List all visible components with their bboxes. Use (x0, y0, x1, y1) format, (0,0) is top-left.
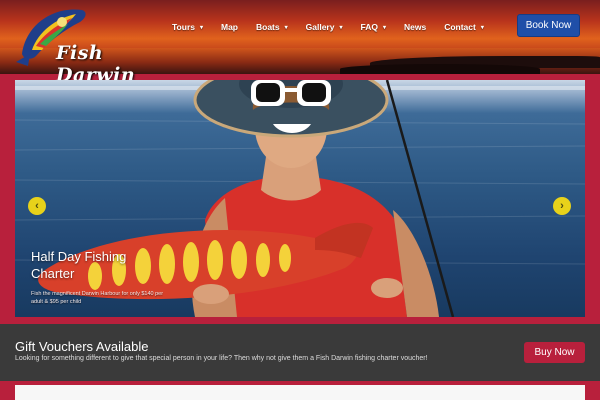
slide-caption-text: Fish the magnificent Darwin Harbour for … (31, 291, 164, 305)
chevron-down-icon: ▾ (199, 24, 203, 31)
chevron-down-icon: ▾ (339, 24, 343, 31)
nav-item-label: Gallery (305, 22, 335, 32)
chevron-down-icon: ▾ (382, 24, 386, 31)
book-now-button[interactable]: Book Now (517, 14, 580, 37)
nav-item-gallery[interactable]: Gallery ▾ (306, 22, 343, 32)
shoreline-foreground (340, 64, 540, 74)
chevron-down-icon: ▾ (284, 24, 288, 31)
nav-item-news[interactable]: News (404, 22, 426, 32)
content-area-start (15, 385, 585, 400)
nav-item-contact[interactable]: Contact ▾ (444, 22, 484, 32)
nav-item-boats[interactable]: Boats ▾ (256, 22, 288, 32)
gift-voucher-title: Gift Vouchers Available (15, 339, 149, 354)
nav-item-faq[interactable]: FAQ ▾ (360, 22, 386, 32)
slide-caption-title: Half Day Fishing Charter (31, 249, 127, 281)
nav-item-tours[interactable]: Tours ▾ (172, 22, 203, 32)
main-nav: Tours ▾ Map Boats ▾ Gallery ▾ FAQ ▾ News… (172, 22, 502, 32)
slide-caption: Half Day Fishing Charter Fish the magnif… (31, 248, 171, 306)
nav-item-label: Boats (256, 22, 280, 32)
nav-item-label: Contact (444, 22, 476, 32)
chevron-down-icon: ▾ (480, 24, 484, 31)
nav-item-label: FAQ (360, 22, 378, 32)
nav-item-label: News (403, 22, 427, 32)
nav-item-label: Tours (172, 22, 195, 32)
buy-now-button[interactable]: Buy Now (524, 342, 585, 363)
slider-prev-arrow-icon[interactable]: ‹ (28, 197, 46, 215)
hero-slider: Half Day Fishing Charter Fish the magnif… (15, 80, 585, 317)
nav-item-map[interactable]: Map (221, 22, 238, 32)
nav-item-label: Map (221, 22, 238, 32)
slider-next-arrow-icon[interactable]: › (553, 197, 571, 215)
gift-voucher-banner: Gift Vouchers Available (0, 324, 600, 381)
gift-voucher-text: Looking for something different to give … (15, 355, 428, 362)
site-logo[interactable]: Fish Darwin (14, 4, 144, 86)
